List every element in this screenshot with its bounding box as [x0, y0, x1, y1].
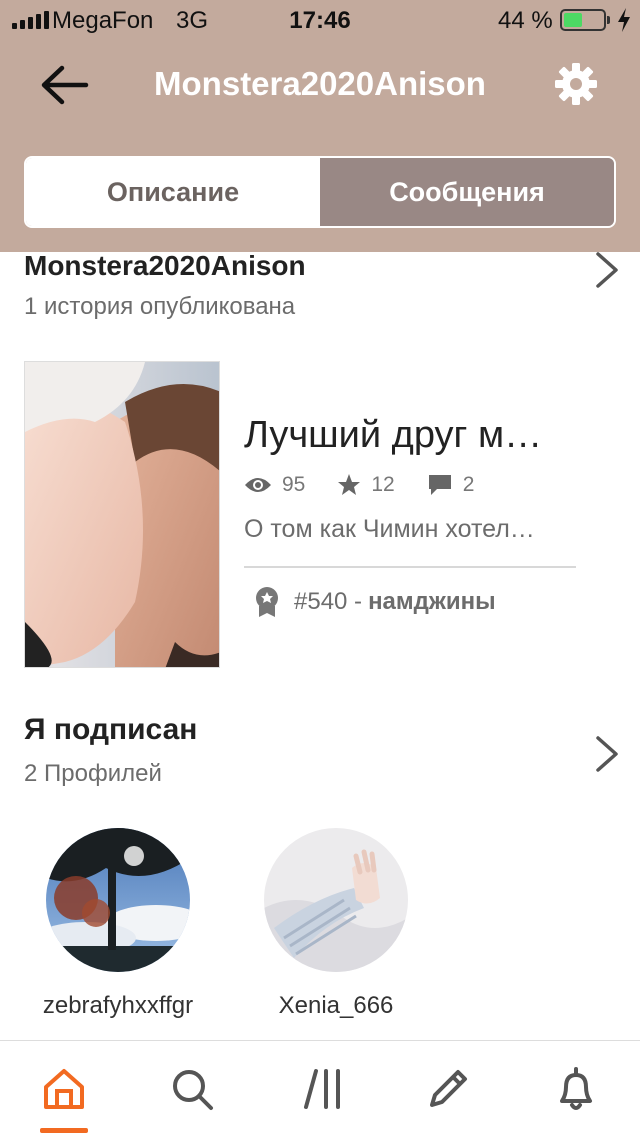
following-count: 2 Профилей	[24, 760, 162, 787]
search-icon[interactable]	[168, 1065, 216, 1113]
chevron-right-icon[interactable]	[592, 250, 622, 290]
library-icon[interactable]	[300, 1065, 348, 1113]
views-count: 95	[282, 473, 306, 496]
gear-icon[interactable]	[552, 60, 600, 108]
header: MegaFon 3G 17:46 44 % Monstera2020Anison…	[0, 0, 640, 252]
story-cover-image[interactable]	[24, 361, 220, 668]
battery-percent: 44 %	[498, 7, 553, 34]
page-title: Monstera2020Anison	[154, 65, 486, 102]
avatar[interactable]	[46, 828, 190, 972]
story-rank[interactable]: #540 - намджины	[254, 586, 496, 618]
comment-icon	[428, 475, 451, 495]
home-icon[interactable]	[40, 1065, 88, 1113]
story-stats: 95 12 2	[244, 473, 506, 497]
charging-icon	[618, 8, 630, 32]
badge-icon	[256, 587, 278, 617]
tab-description[interactable]: Описание	[26, 158, 320, 226]
star-icon	[338, 474, 361, 495]
stories-count: 1 история опубликована	[24, 293, 296, 320]
active-tab-indicator	[40, 1128, 88, 1133]
story-title[interactable]: Лучший друг м…	[244, 414, 542, 457]
rank-tag: намджины	[368, 588, 496, 615]
tab-bar	[0, 1040, 640, 1136]
following-username[interactable]: Xenia_666	[248, 992, 424, 1020]
following-user[interactable]: zebrafyhxxffgr	[30, 828, 206, 1020]
chevron-right-icon[interactable]	[592, 734, 622, 774]
battery-icon	[560, 9, 610, 31]
following-user[interactable]: Xenia_666	[248, 828, 424, 1020]
tab-messages[interactable]: Сообщения	[320, 158, 614, 226]
eye-icon	[245, 478, 271, 492]
pencil-icon[interactable]	[424, 1065, 472, 1113]
avatar[interactable]	[264, 828, 408, 972]
segmented-control: Описание Сообщения	[24, 156, 616, 228]
comments-count: 2	[462, 473, 475, 496]
story-description: О том как Чимин хотел…	[244, 515, 535, 543]
votes-count: 12	[371, 473, 395, 496]
bell-icon[interactable]	[552, 1065, 600, 1113]
profile-name[interactable]: Monstera2020Anison	[24, 250, 306, 282]
following-username[interactable]: zebrafyhxxffgr	[30, 992, 206, 1020]
divider	[244, 566, 576, 568]
status-bar: MegaFon 3G 17:46 44 %	[0, 0, 640, 40]
rank-number: #540 -	[294, 588, 363, 615]
back-arrow-icon[interactable]	[38, 62, 90, 108]
following-title: Я подписан	[24, 713, 198, 746]
